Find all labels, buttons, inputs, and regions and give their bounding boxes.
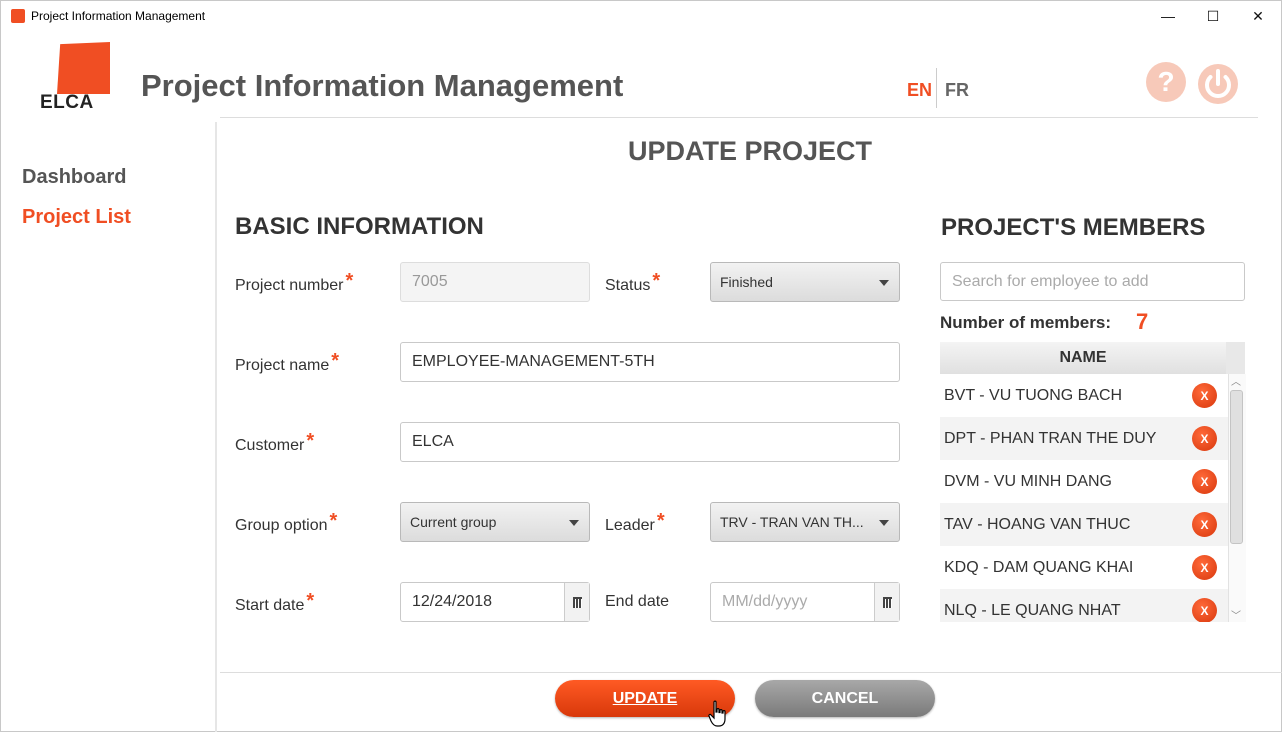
- status-select[interactable]: Finished: [710, 262, 900, 302]
- chevron-down-icon: [879, 520, 889, 526]
- chevron-down-icon[interactable]: ﹀: [1231, 607, 1241, 622]
- remove-member-button[interactable]: X: [1192, 426, 1217, 451]
- minimize-button[interactable]: —: [1145, 1, 1191, 31]
- calendar-button[interactable]: [564, 583, 589, 621]
- basic-info-heading: BASIC INFORMATION: [235, 213, 484, 240]
- sidebar-item-dashboard[interactable]: Dashboard: [22, 166, 126, 189]
- customer-field[interactable]: ELCA: [400, 422, 900, 462]
- required-mark: *: [331, 350, 340, 372]
- page-title: UPDATE PROJECT: [628, 136, 873, 166]
- remove-member-button[interactable]: X: [1192, 469, 1217, 494]
- member-count-value: 7: [1136, 309, 1149, 334]
- project-name-label: Project name *: [235, 350, 340, 374]
- required-mark: *: [329, 510, 338, 532]
- required-mark: *: [306, 590, 315, 612]
- end-date-label: End date: [605, 593, 670, 610]
- elca-logo-icon: [57, 42, 110, 94]
- lang-divider: [936, 68, 937, 108]
- member-name: DPT - PHAN TRAN THE DUY: [944, 429, 1157, 447]
- employee-search-input[interactable]: Search for employee to add: [940, 262, 1245, 301]
- required-mark: *: [652, 270, 661, 292]
- project-number-field: 7005: [400, 262, 590, 302]
- status-label: Status *: [605, 270, 661, 294]
- window-title: Project Information Management: [31, 9, 206, 23]
- start-date-field[interactable]: 12/24/2018: [400, 582, 590, 622]
- table-row[interactable]: TAV - HOANG VAN THUC X: [940, 503, 1228, 546]
- maximize-button[interactable]: ☐: [1190, 1, 1236, 31]
- member-name: DVM - VU MINH DANG: [944, 472, 1112, 490]
- group-option-label: Group option *: [235, 510, 338, 534]
- members-list: BVT - VU TUONG BACH X DPT - PHAN TRAN THE…: [940, 374, 1228, 622]
- footer-divider: [220, 672, 1282, 673]
- chevron-up-icon[interactable]: ︿: [1231, 373, 1241, 388]
- scrollbar-thumb[interactable]: [1230, 390, 1243, 544]
- table-row[interactable]: DPT - PHAN TRAN THE DUY X: [940, 417, 1228, 460]
- power-icon[interactable]: [1196, 62, 1240, 106]
- end-date-placeholder: MM/dd/yyyy: [722, 593, 808, 610]
- start-date-value: 12/24/2018: [412, 593, 493, 610]
- table-row[interactable]: DVM - VU MINH DANG X: [940, 460, 1228, 503]
- start-date-label: Start date *: [235, 590, 315, 614]
- remove-member-button[interactable]: X: [1192, 555, 1217, 580]
- help-icon[interactable]: ?: [1146, 62, 1186, 102]
- sidebar-item-project-list[interactable]: Project List: [22, 206, 131, 229]
- leader-select[interactable]: TRV - TRAN VAN TH...: [710, 502, 900, 542]
- calendar-button[interactable]: [874, 583, 899, 621]
- end-date-field[interactable]: MM/dd/yyyy: [710, 582, 900, 622]
- table-row[interactable]: BVT - VU TUONG BACH X: [940, 374, 1228, 417]
- member-name: BVT - VU TUONG BACH: [944, 386, 1123, 404]
- status-value: Finished: [720, 274, 773, 290]
- title-bar: Project Information Management — ☐ ✕: [1, 1, 1281, 31]
- logo-text: ELCA: [40, 92, 94, 113]
- member-name: TAV - HOANG VAN THUC: [944, 515, 1131, 533]
- member-name: KDQ - DAM QUANG KHAI: [944, 558, 1134, 576]
- members-heading: PROJECT'S MEMBERS: [941, 214, 1206, 241]
- group-option-value: Current group: [410, 514, 497, 530]
- required-mark: *: [306, 430, 315, 452]
- sidebar-divider: [215, 122, 217, 732]
- table-row[interactable]: KDQ - DAM QUANG KHAI X: [940, 546, 1228, 589]
- header-divider: [220, 117, 1258, 118]
- leader-value: TRV - TRAN VAN TH...: [720, 514, 864, 530]
- app-icon: [11, 9, 25, 23]
- leader-label: Leader *: [605, 510, 665, 534]
- calendar-icon: [572, 596, 582, 608]
- remove-member-button[interactable]: X: [1192, 598, 1217, 622]
- required-mark: *: [345, 270, 354, 292]
- chevron-down-icon: [569, 520, 579, 526]
- customer-label: Customer *: [235, 430, 315, 454]
- hand-cursor-icon: [708, 700, 728, 728]
- lang-en-link[interactable]: EN: [907, 80, 932, 101]
- project-name-field[interactable]: EMPLOYEE-MANAGEMENT-5TH: [400, 342, 900, 382]
- chevron-down-icon: [879, 280, 889, 286]
- calendar-icon: [882, 596, 892, 608]
- remove-member-button[interactable]: X: [1192, 512, 1217, 537]
- cancel-button[interactable]: CANCEL: [755, 680, 935, 717]
- member-name: NLQ - LE QUANG NHAT: [944, 601, 1121, 619]
- table-row[interactable]: NLQ - LE QUANG NHAT X: [940, 589, 1228, 622]
- app-title: Project Information Management: [141, 68, 624, 103]
- name-column-header[interactable]: NAME: [940, 342, 1226, 374]
- close-button[interactable]: ✕: [1235, 1, 1281, 31]
- project-number-label: Project number *: [235, 270, 354, 294]
- remove-member-button[interactable]: X: [1192, 383, 1217, 408]
- member-count-label: Number of members:: [940, 313, 1111, 332]
- table-header-filler: [1226, 342, 1245, 374]
- required-mark: *: [656, 510, 665, 532]
- group-option-select[interactable]: Current group: [400, 502, 590, 542]
- lang-fr-link[interactable]: FR: [945, 80, 969, 101]
